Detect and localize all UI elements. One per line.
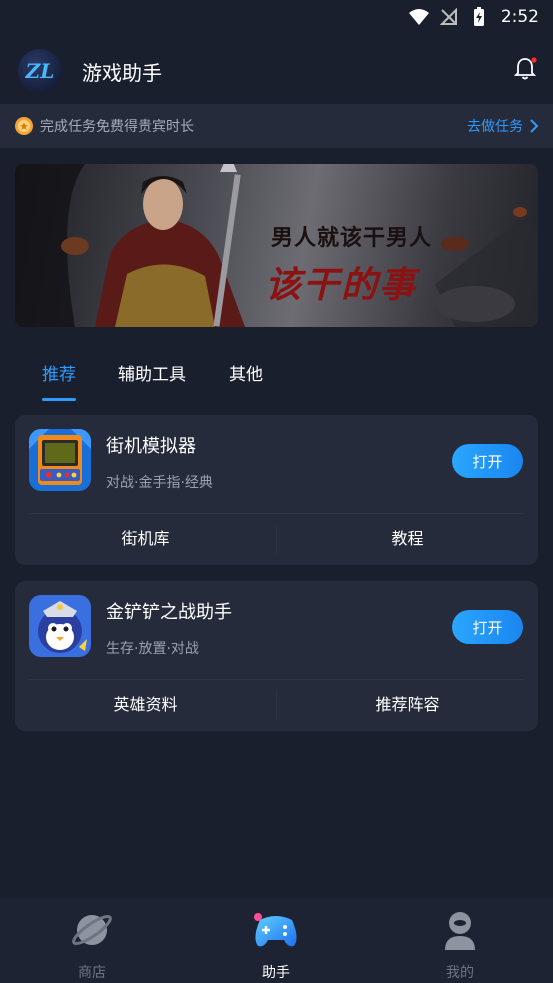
page-title: 游戏助手 — [82, 60, 162, 85]
go-task-link[interactable]: 去做任务 — [467, 116, 539, 136]
nav-profile[interactable]: 我的 — [400, 908, 520, 982]
task-promo-text: 完成任务免费得贵宾时长 — [40, 119, 194, 135]
planet-icon — [72, 914, 112, 946]
divider — [29, 679, 524, 680]
category-tabs: 推荐 辅助工具 其他 — [0, 350, 553, 402]
app-tags: 对战·金手指·经典 — [106, 475, 213, 491]
nav-label: 我的 — [446, 965, 474, 981]
banner-headline: 男人就该干男人 — [271, 225, 433, 251]
nav-label: 助手 — [262, 965, 290, 981]
banner-subheadline: 该干的事 — [265, 264, 418, 306]
app-name: 金铲铲之战助手 — [106, 602, 232, 623]
app-card-tft-helper[interactable]: 金铲铲之战助手 生存·放置·对战 打开 英雄资料 推荐阵容 — [15, 581, 538, 731]
app-name: 街机模拟器 — [106, 436, 196, 457]
notification-button[interactable] — [513, 56, 537, 82]
app-card-arcade[interactable]: 街机模拟器 对战·金手指·经典 打开 街机库 教程 — [15, 415, 538, 565]
battery-charging-icon — [469, 7, 489, 27]
status-bar: 2:52 — [0, 0, 553, 34]
recommended-lineup-link[interactable]: 推荐阵容 — [277, 689, 538, 721]
hero-info-link[interactable]: 英雄资料 — [15, 689, 276, 721]
active-tab-indicator — [42, 398, 76, 401]
unread-dot — [531, 57, 537, 63]
arcade-machine-icon — [29, 429, 91, 491]
arcade-library-link[interactable]: 街机库 — [15, 523, 276, 555]
no-signal-icon — [439, 7, 459, 27]
bottom-nav: 商店 助手 我的 — [0, 898, 553, 983]
task-promo-bar[interactable]: 完成任务免费得贵宾时长 去做任务 — [0, 104, 553, 148]
chevron-right-icon — [530, 119, 539, 133]
profile-icon — [445, 912, 475, 950]
app-header: ZL 游戏助手 — [0, 42, 553, 100]
app-tags: 生存·放置·对战 — [106, 641, 199, 657]
promo-banner[interactable]: 男人就该干男人 该干的事 — [15, 164, 538, 327]
gamepad-icon — [254, 913, 297, 947]
nav-label: 商店 — [78, 965, 106, 981]
tab-tools[interactable]: 辅助工具 — [118, 360, 186, 385]
tft-app-icon — [29, 595, 91, 657]
go-task-label: 去做任务 — [467, 119, 523, 135]
bell-icon — [513, 57, 537, 80]
arcade-app-icon — [29, 429, 91, 491]
tab-recommend[interactable]: 推荐 — [42, 360, 76, 385]
medal-icon — [15, 117, 33, 135]
tab-other[interactable]: 其他 — [229, 360, 263, 385]
wifi-icon — [408, 7, 429, 27]
open-button[interactable]: 打开 — [452, 610, 523, 644]
tutorial-link[interactable]: 教程 — [277, 523, 538, 555]
nav-store[interactable]: 商店 — [32, 908, 152, 982]
open-button[interactable]: 打开 — [452, 444, 523, 478]
app-logo: ZL — [18, 49, 62, 93]
clock: 2:52 — [500, 7, 539, 27]
penguin-mascot-icon — [29, 595, 91, 657]
divider — [29, 513, 524, 514]
nav-assistant[interactable]: 助手 — [216, 908, 336, 982]
